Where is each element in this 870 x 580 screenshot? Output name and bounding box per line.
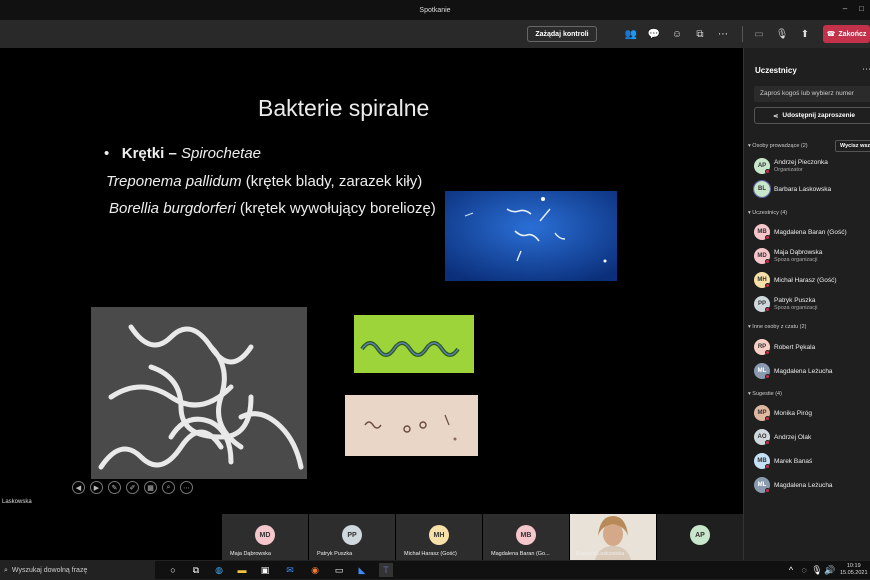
tray-chevron-icon[interactable]: ^ bbox=[784, 563, 798, 577]
clock[interactable]: 10:19 15.05.2021 bbox=[840, 563, 868, 577]
video-tile[interactable]: MB Magdalena Baran (Go... bbox=[483, 514, 569, 560]
highlighter-icon[interactable]: ✐ bbox=[126, 481, 139, 494]
rooms-icon[interactable]: ⧉ bbox=[693, 27, 707, 41]
video-gallery: MD Maja Dąbrowska PP Patryk Puszka MH Mi… bbox=[0, 512, 743, 560]
section-suggestions[interactable]: ▾ Sugestie (4) bbox=[748, 391, 782, 397]
micrograph-blue bbox=[445, 191, 617, 281]
micrograph-green bbox=[354, 315, 474, 373]
microphone-tray-icon[interactable]: 🎙 bbox=[810, 563, 824, 577]
presenter-name: Laskowska bbox=[2, 499, 32, 505]
section-chat[interactable]: ▾ Inne osoby z czatu (2) bbox=[748, 324, 806, 330]
meeting-toolbar: Zażądaj kontroli 👥 💬 ☺ ⧉ ⋯ ▭ 🎙 ⬆ ☎ Zakoń… bbox=[0, 20, 870, 48]
share-screen-icon[interactable]: ⬆ bbox=[798, 27, 812, 41]
zoom-icon[interactable]: ⌕ bbox=[162, 481, 175, 494]
avatar: MB bbox=[516, 525, 536, 545]
mail-icon[interactable]: ✉ bbox=[283, 563, 297, 577]
mute-indicator-icon bbox=[765, 440, 770, 445]
mute-indicator-icon bbox=[765, 374, 770, 379]
avatar: MH bbox=[429, 525, 449, 545]
firefox-icon[interactable]: ◉ bbox=[308, 563, 322, 577]
slide-bullet: • Krętki – Spirochetae bbox=[104, 145, 262, 162]
edge-icon[interactable]: ◍ bbox=[212, 563, 226, 577]
terminal-icon[interactable]: ▭ bbox=[332, 563, 346, 577]
more-icon[interactable]: ⋯ bbox=[180, 481, 193, 494]
cortana-icon[interactable]: ○ bbox=[166, 563, 180, 577]
mute-indicator-icon bbox=[765, 169, 770, 174]
slide-title: Bakterie spiralne bbox=[258, 95, 430, 121]
section-attendees[interactable]: ▾ Uczestnicy (4) bbox=[748, 210, 787, 216]
slide-line-treponema: Treponema pallidum (krętek blady, zaraze… bbox=[106, 173, 423, 190]
avatar: MD bbox=[255, 525, 275, 545]
mute-indicator-icon bbox=[765, 488, 770, 493]
reactions-icon[interactable]: ☺ bbox=[670, 27, 684, 41]
video-tile-camera[interactable]: Barbara Laskowska bbox=[570, 514, 656, 560]
share-icon: ⋖ bbox=[772, 112, 779, 120]
participants-icon[interactable]: 👥 bbox=[624, 27, 638, 41]
previous-slide-icon[interactable]: ◀ bbox=[72, 481, 85, 494]
end-meeting-button[interactable]: ☎ Zakończ bbox=[823, 25, 870, 43]
participants-panel: Uczestnicy ⋯ Zaproś kogoś lub wybierz nu… bbox=[743, 48, 870, 560]
more-options-icon[interactable]: ⋯ bbox=[716, 27, 730, 41]
micrograph-beige bbox=[345, 395, 478, 456]
toolbar-divider bbox=[742, 26, 743, 42]
video-tile[interactable]: AP bbox=[657, 514, 743, 560]
slide-line-borrelia: Borellia burgdorferi (krętek wywołujący … bbox=[109, 200, 436, 217]
mute-indicator-icon bbox=[765, 283, 770, 288]
pen-icon[interactable]: ✎ bbox=[108, 481, 121, 494]
avatar: BL bbox=[753, 180, 771, 198]
micrograph-sem bbox=[91, 307, 307, 479]
vscode-icon[interactable]: ◣ bbox=[355, 563, 369, 577]
mute-indicator-icon bbox=[765, 464, 770, 469]
title-bar: Spotkanie – □ bbox=[0, 0, 870, 20]
next-slide-icon[interactable]: ▶ bbox=[90, 481, 103, 494]
mute-indicator-icon bbox=[765, 307, 770, 312]
mute-all-button[interactable]: Wycisz wszystkich bbox=[835, 140, 870, 152]
mute-indicator-icon bbox=[765, 416, 770, 421]
slides-icon[interactable]: ▦ bbox=[144, 481, 157, 494]
panel-title: Uczestnicy bbox=[755, 66, 797, 75]
camera-off-icon[interactable]: ▭ bbox=[752, 27, 766, 41]
store-icon[interactable]: ▣ bbox=[258, 563, 272, 577]
video-tile[interactable]: PP Patryk Puszka bbox=[309, 514, 395, 560]
mute-indicator-icon bbox=[765, 350, 770, 355]
minimize-icon[interactable]: – bbox=[843, 4, 847, 13]
video-tile[interactable]: MD Maja Dąbrowska bbox=[222, 514, 308, 560]
bullet-icon: • bbox=[104, 145, 122, 162]
video-tile[interactable]: MH Michał Harasz (Gość) bbox=[396, 514, 482, 560]
shared-screen: Bakterie spiralne • Krętki – Spirochetae… bbox=[0, 48, 743, 512]
mute-indicator-icon bbox=[765, 235, 770, 240]
chat-icon[interactable]: 💬 bbox=[647, 27, 661, 41]
panel-more-icon[interactable]: ⋯ bbox=[862, 64, 870, 75]
share-invite-button[interactable]: ⋖ Udostępnij zaproszenie bbox=[754, 107, 870, 124]
phone-icon: ☎ bbox=[826, 31, 836, 38]
maximize-icon[interactable]: □ bbox=[859, 4, 864, 13]
invite-input[interactable]: Zaproś kogoś lub wybierz numer bbox=[754, 86, 870, 102]
taskbar-search[interactable]: ⌕ Wyszukaj dowolną frazę bbox=[0, 561, 155, 580]
search-icon: ⌕ bbox=[4, 566, 8, 574]
file-explorer-icon[interactable]: ▬ bbox=[235, 563, 249, 577]
slide-controls: ◀ ▶ ✎ ✐ ▦ ⌕ ⋯ bbox=[72, 481, 193, 494]
taskbar: ⌕ Wyszukaj dowolną frazę ○ ⧉ ◍ ▬ ▣ ✉ ◉ ▭… bbox=[0, 560, 870, 580]
task-view-icon[interactable]: ⧉ bbox=[189, 563, 203, 577]
network-icon[interactable]: ◌ bbox=[797, 563, 811, 577]
window-title: Spotkanie bbox=[419, 6, 451, 14]
section-presenters[interactable]: ▾ Osoby prowadzące (2) bbox=[748, 143, 808, 149]
volume-icon[interactable]: 🔊 bbox=[823, 563, 837, 577]
mic-off-icon[interactable]: 🎙 bbox=[775, 27, 789, 41]
mute-indicator-icon bbox=[765, 259, 770, 264]
teams-icon[interactable]: T bbox=[379, 563, 393, 577]
avatar: AP bbox=[690, 525, 710, 545]
avatar: PP bbox=[342, 525, 362, 545]
request-control-button[interactable]: Zażądaj kontroli bbox=[527, 26, 597, 42]
